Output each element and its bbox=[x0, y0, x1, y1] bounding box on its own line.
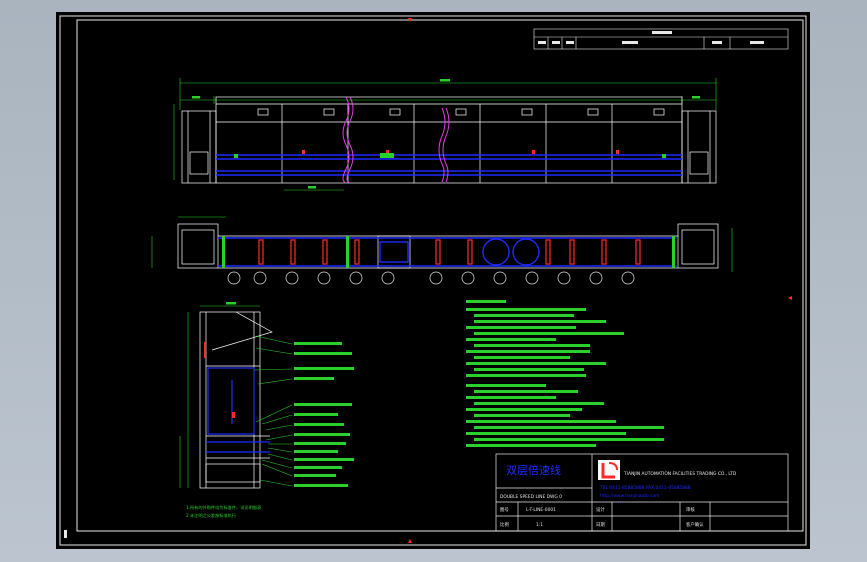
label-customer: 客户确认 bbox=[686, 521, 704, 528]
left-note-2: 2.未注明之公差按标准执行 bbox=[186, 512, 236, 519]
drawing-subtitle: DOUBLE SPEED LINE DWG 0 bbox=[500, 494, 562, 500]
label-review: 审核 bbox=[686, 506, 695, 513]
company-tel-fax: TEL:0411-85885888 FAX:0411-85885888 bbox=[599, 485, 691, 491]
left-note-1: 1.所有的外购件均为标准件，详见明细表 bbox=[186, 504, 262, 511]
value-ratio: 1:1 bbox=[536, 522, 543, 528]
company-website: http://www.tianjinauto.com bbox=[600, 493, 659, 499]
drawing-title: 双层倍速线 bbox=[506, 463, 561, 477]
centering-mark-bottom bbox=[408, 539, 412, 543]
side-section-view bbox=[179, 302, 354, 489]
label-design: 设计 bbox=[596, 506, 605, 513]
cad-drawing: 1.所有的外购件均为标准件，详见明细表 2.未注明之公差按标准执行 双层倍速线 … bbox=[59, 15, 807, 546]
company-name: TIANJIN AUTOMATION FACILITIES TRADING CO… bbox=[623, 471, 737, 477]
plan-view bbox=[151, 216, 733, 285]
revision-table bbox=[533, 28, 789, 50]
label-ratio: 比例 bbox=[500, 521, 509, 528]
centering-mark-right bbox=[788, 296, 792, 300]
front-elevation-view bbox=[173, 78, 717, 191]
sheet-corner-mark bbox=[64, 530, 67, 538]
label-date: 日期 bbox=[596, 522, 605, 528]
drawing-sheet: 1.所有的外购件均为标准件，详见明细表 2.未注明之公差按标准执行 双层倍速线 … bbox=[56, 12, 810, 549]
value-drawing-no: L-T-LINE-0001 bbox=[526, 507, 556, 513]
technical-notes bbox=[466, 300, 664, 447]
sheet-outer-border bbox=[59, 15, 807, 546]
cad-viewport[interactable]: 1.所有的外购件均为标准件，详见明细表 2.未注明之公差按标准执行 双层倍速线 … bbox=[0, 0, 867, 562]
label-drawing-no: 图号 bbox=[500, 507, 509, 513]
